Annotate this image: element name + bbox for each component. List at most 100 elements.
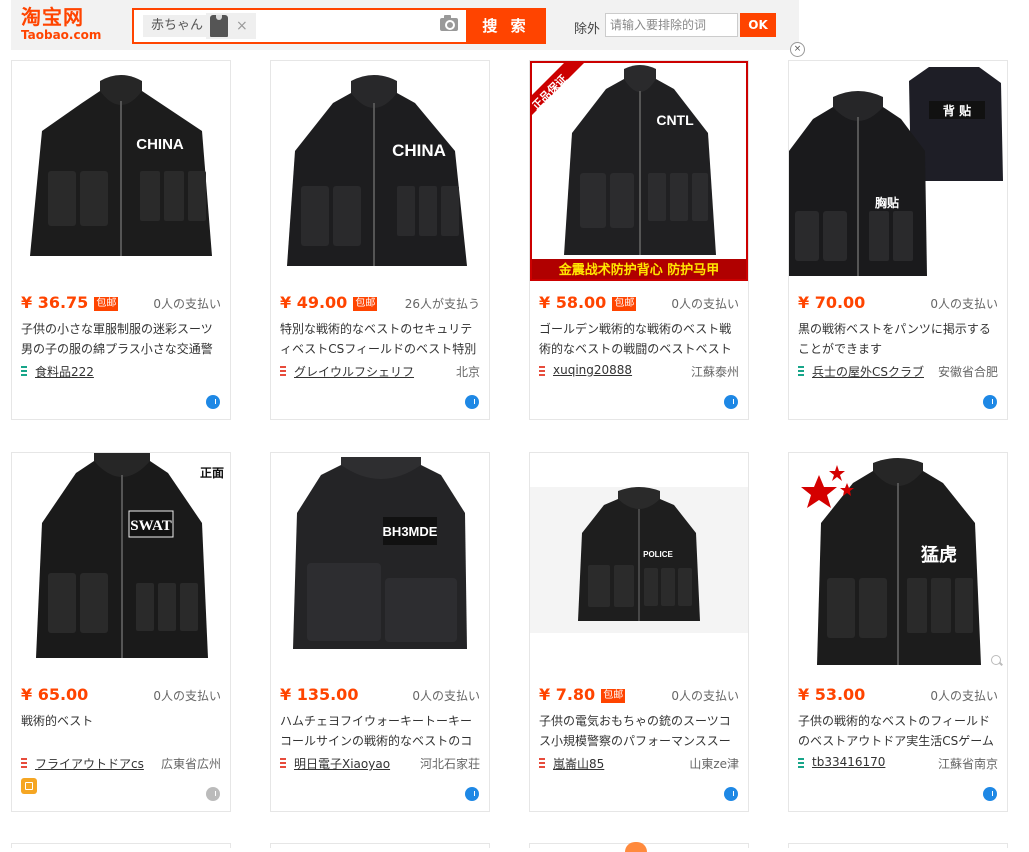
image-label-text: CHINA — [136, 136, 184, 153]
wangwang-chat-icon[interactable] — [465, 787, 479, 801]
product-image[interactable]: SWAT 正面 — [12, 453, 230, 673]
image-search-tag[interactable]: × — [206, 13, 256, 39]
product-title[interactable]: ハムチェヨフイウォーキートーキーコールサインの戦術的なベストのコ — [280, 711, 480, 751]
exclude-keyword-input[interactable] — [605, 13, 738, 37]
price-row: ¥ 7.80 包邮 0人の支払い — [539, 685, 739, 705]
free-shipping-badge: 包邮 — [94, 297, 119, 311]
product-image[interactable]: CHINA — [271, 61, 489, 281]
product-card[interactable]: 猛虎 ¥ 53.00 0人の支払い 子供の戦術的なベストのフィールドのベストアウ… — [788, 452, 1008, 812]
product-image[interactable]: CHINA — [12, 61, 230, 281]
price-row: ¥ 53.00 0人の支払い — [798, 685, 998, 705]
location: 北京 — [455, 365, 480, 379]
banner-text: 金震战术防护背心 防护马甲 — [558, 262, 720, 278]
price: ¥ 135.00 — [280, 685, 359, 704]
product-image[interactable]: 猛虎 — [789, 453, 1007, 673]
shop-name-link[interactable]: 明日電子Xiaoyao — [294, 755, 390, 772]
image-label-text: CNTL — [656, 112, 694, 128]
image-label-text-back: 背 贴 — [943, 103, 971, 118]
price: ¥ 70.00 — [798, 293, 866, 312]
product-image[interactable]: CNTL 正品保证 金震战术防护背心 防护马甲 — [530, 61, 748, 281]
seller-badge-icon[interactable] — [21, 778, 37, 794]
product-image[interactable]: 背 贴 胸贴 — [789, 61, 1007, 281]
image-label-text: SWAT — [130, 518, 171, 534]
price: ¥ 53.00 — [798, 685, 866, 704]
image-label-text: BH3MDE — [383, 524, 438, 539]
shop-level-icon — [798, 758, 804, 768]
price-row: ¥ 135.00 0人の支払い — [280, 685, 480, 705]
location: 広東省広州 — [160, 757, 221, 771]
shop-level-icon — [539, 366, 545, 376]
search-header: 淘宝网 Taobao.com 赤ちゃん × 搜 索 除外 OK — [11, 0, 799, 50]
search-keyword-tag[interactable]: 赤ちゃん — [143, 15, 212, 37]
wangwang-chat-icon[interactable] — [983, 787, 997, 801]
close-icon[interactable]: × — [790, 42, 805, 57]
product-title[interactable]: 黒の戦術ベストをパンツに掲示することができます — [798, 319, 998, 359]
shop-level-icon — [798, 366, 804, 376]
sales-count: 26人が支払う — [404, 297, 480, 311]
product-card[interactable]: 背 贴 胸贴 ¥ 70.00 0人の支払い 黒の戦術ベストをパンツに掲示すること… — [788, 60, 1008, 420]
free-shipping-badge: 包邮 — [353, 297, 378, 311]
shop-name-link[interactable]: グレイウルフシェリフ — [294, 363, 414, 380]
location: 安徽省合肥 — [937, 365, 998, 379]
price: ¥ 65.00 — [21, 685, 89, 704]
product-title[interactable]: 特別な戦術的なベストのセキュリティベストCSフィールドのベスト特別 — [280, 319, 480, 359]
search-box[interactable]: 赤ちゃん × 搜 索 — [132, 8, 546, 44]
search-button[interactable]: 搜 索 — [466, 8, 546, 44]
wangwang-chat-icon[interactable] — [206, 787, 220, 801]
free-shipping-badge: 包邮 — [612, 297, 637, 311]
product-title[interactable]: 子供の戦術的なベストのフィールドのベストアウトドア実生活CSゲーム — [798, 711, 998, 751]
camera-icon[interactable] — [440, 15, 458, 31]
shop-name-link[interactable]: xuqing20888 — [553, 363, 632, 377]
product-card[interactable]: BH3MDE ¥ 135.00 0人の支払い ハムチェヨフイウォーキートーキーコ… — [270, 452, 490, 812]
product-image[interactable]: BH3MDE — [271, 453, 489, 673]
price: ¥ 36.75 — [21, 293, 89, 312]
product-card-next-row[interactable] — [11, 843, 231, 848]
product-title[interactable]: 戦術的ベスト — [21, 711, 221, 751]
price: ¥ 49.00 — [280, 293, 348, 312]
price-row: ¥ 65.00 0人の支払い — [21, 685, 221, 705]
wangwang-chat-icon[interactable] — [206, 395, 220, 409]
free-shipping-badge: 包邮 — [601, 689, 626, 703]
shop-name-link[interactable]: 嵐崙山85 — [553, 755, 604, 772]
shop-row: tb33416170 江蘇省南京 — [798, 755, 998, 773]
wangwang-chat-icon[interactable] — [983, 395, 997, 409]
sales-count: 0人の支払い — [930, 689, 998, 703]
location: 江蘇泰州 — [690, 365, 739, 379]
shop-name-link[interactable]: tb33416170 — [812, 755, 885, 769]
product-title[interactable]: 子供の電気おもちゃの銃のスーツコス小規模警察のパフォーマンススー — [539, 711, 739, 751]
product-title[interactable]: 子供の小さな軍服制服の迷彩スーツ男の子の服の綿プラス小さな交通警 — [21, 319, 221, 359]
shop-level-icon — [21, 758, 27, 768]
product-card-next-row[interactable] — [788, 843, 1008, 848]
wangwang-chat-icon[interactable] — [465, 395, 479, 409]
product-card[interactable]: CHINA ¥ 36.75 包邮 0人の支払い 子供の小さな軍服制服の迷彩スーツ… — [11, 60, 231, 420]
price-row: ¥ 58.00 包邮 0人の支払い — [539, 293, 739, 313]
location: 江蘇省南京 — [937, 757, 998, 771]
shop-level-icon — [539, 758, 545, 768]
image-search-thumbnail — [210, 15, 228, 37]
sales-count: 0人の支払い — [153, 297, 221, 311]
product-card-next-row[interactable] — [270, 843, 490, 848]
shop-name-link[interactable]: 兵士の屋外CSクラブ — [812, 363, 924, 380]
price-row: ¥ 49.00 包邮 26人が支払う — [280, 293, 480, 313]
shop-name-link[interactable]: フライアウトドアcs — [35, 755, 144, 772]
logo-text-cn: 淘宝网 — [21, 5, 84, 29]
wangwang-chat-icon[interactable] — [724, 395, 738, 409]
product-card[interactable]: POLICE ¥ 7.80 包邮 0人の支払い 子供の電気おもちゃの銃のスーツコ… — [529, 452, 749, 812]
shop-row: xuqing20888 江蘇泰州 — [539, 363, 739, 381]
image-label-text: CHINA — [392, 141, 446, 160]
shop-name-link[interactable]: 食料品222 — [35, 363, 94, 380]
logo-text-en: Taobao.com — [21, 28, 102, 42]
product-card[interactable]: CHINA ¥ 49.00 包邮 26人が支払う 特別な戦術的なベストのセキュリ… — [270, 60, 490, 420]
remove-image-icon[interactable]: × — [236, 17, 248, 35]
product-image[interactable]: POLICE — [530, 453, 748, 673]
product-card[interactable]: CNTL 正品保证 金震战术防护背心 防护马甲 ¥ 58.00 包邮 0人の支払… — [529, 60, 749, 420]
exclude-ok-button[interactable]: OK — [740, 13, 776, 37]
zoom-icon[interactable] — [991, 655, 1001, 665]
product-title[interactable]: ゴールデン戦術的な戦術のベスト戦術的なベストの戦闘のベストベスト — [539, 319, 739, 359]
product-card[interactable]: SWAT 正面 ¥ 65.00 0人の支払い 戦術的ベスト フライアウトドアcs… — [11, 452, 231, 812]
shop-row: フライアウトドアcs 広東省広州 — [21, 755, 221, 773]
location: 河北石家荘 — [419, 757, 480, 771]
image-caption-text: 正面 — [200, 466, 224, 480]
taobao-logo[interactable]: 淘宝网 Taobao.com — [21, 6, 133, 44]
wangwang-chat-icon[interactable] — [724, 787, 738, 801]
